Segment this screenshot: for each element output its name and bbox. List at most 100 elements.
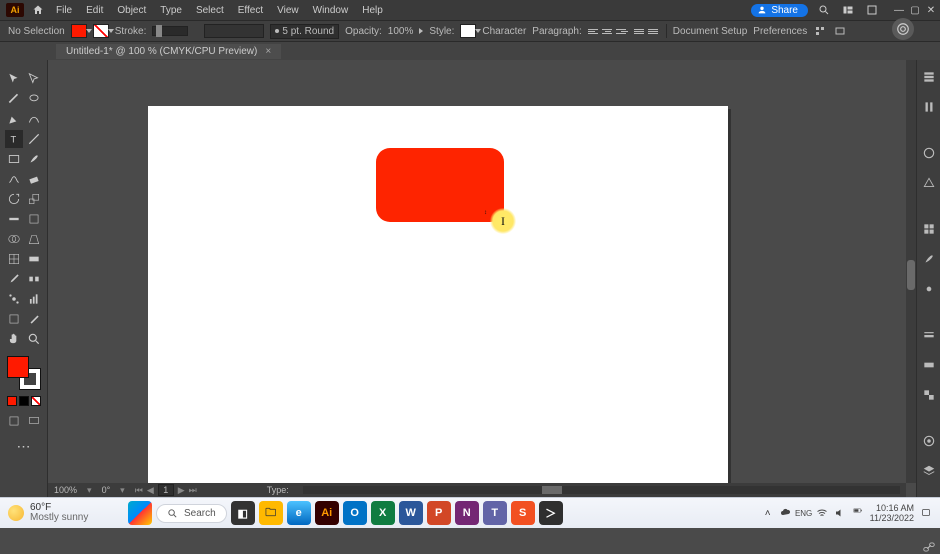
minimize-button[interactable]: — xyxy=(894,5,904,15)
notifications-icon[interactable] xyxy=(920,507,932,519)
fill-color-icon[interactable] xyxy=(7,356,29,378)
slice-tool[interactable] xyxy=(25,310,43,328)
chevron-up-icon[interactable]: ˄ xyxy=(762,507,774,519)
scroll-thumb[interactable] xyxy=(907,260,915,290)
powerpoint-icon[interactable]: P xyxy=(427,501,451,525)
search-icon[interactable] xyxy=(816,2,832,18)
fill-swatch[interactable] xyxy=(71,24,87,38)
excel-icon[interactable]: X xyxy=(371,501,395,525)
selection-tool[interactable] xyxy=(5,70,23,88)
align-left-icon[interactable] xyxy=(588,25,600,37)
shape-builder-tool[interactable] xyxy=(5,230,23,248)
paragraph-link[interactable]: Paragraph: xyxy=(532,26,581,37)
taskbar-search[interactable]: Search xyxy=(156,504,227,523)
first-icon[interactable]: ⏮ xyxy=(135,485,143,496)
symbol-tool[interactable] xyxy=(5,290,23,308)
menu-effect[interactable]: Effect xyxy=(238,5,263,16)
artboard-tool[interactable] xyxy=(5,310,23,328)
brushes-icon[interactable] xyxy=(921,252,937,266)
volume-icon[interactable] xyxy=(834,507,846,519)
task-view-icon[interactable]: ◧ xyxy=(231,501,255,525)
scale-tool[interactable] xyxy=(25,190,43,208)
snip-icon[interactable]: S xyxy=(511,501,535,525)
curvature-tool[interactable] xyxy=(25,110,43,128)
chevron-icon[interactable] xyxy=(419,28,423,34)
explorer-icon[interactable]: 🗀 xyxy=(259,501,283,525)
shaper-tool[interactable] xyxy=(5,170,23,188)
direct-selection-tool[interactable] xyxy=(25,70,43,88)
transform-panel-icon[interactable] xyxy=(833,24,847,38)
perspective-tool[interactable] xyxy=(25,230,43,248)
swatches-icon[interactable] xyxy=(921,222,937,236)
wifi-icon[interactable] xyxy=(816,507,828,519)
menu-help[interactable]: Help xyxy=(362,5,383,16)
edge-icon[interactable]: e xyxy=(287,501,311,525)
color-guide-icon[interactable] xyxy=(921,176,937,190)
teams-icon[interactable]: T xyxy=(483,501,507,525)
workspace-icon[interactable] xyxy=(864,2,880,18)
screen-mode-icon[interactable] xyxy=(25,412,43,430)
rectangle-tool[interactable] xyxy=(5,150,23,168)
menu-type[interactable]: Type xyxy=(160,5,182,16)
scroll-thumb[interactable] xyxy=(542,486,562,494)
vertical-scrollbar[interactable] xyxy=(906,60,916,483)
stroke-weight[interactable] xyxy=(152,26,188,36)
taskbar-clock[interactable]: 10:16 AM 11/23/2022 xyxy=(870,503,914,523)
draw-mode-icon[interactable] xyxy=(5,412,23,430)
artboard-number-input[interactable] xyxy=(158,484,174,496)
width-tool[interactable] xyxy=(5,210,23,228)
transparency-icon[interactable] xyxy=(921,388,937,402)
home-icon[interactable] xyxy=(30,2,46,18)
next-icon[interactable]: ▶ xyxy=(178,485,185,496)
stroke-swatch[interactable] xyxy=(93,24,109,38)
blend-tool[interactable] xyxy=(25,270,43,288)
symbols-icon[interactable] xyxy=(921,282,937,296)
properties-panel-icon[interactable] xyxy=(921,70,937,84)
gradient-tool[interactable] xyxy=(25,250,43,268)
eyedropper-tool[interactable] xyxy=(5,270,23,288)
stroke-profile[interactable]: 5 pt. Round xyxy=(270,24,339,39)
start-button[interactable] xyxy=(128,501,152,525)
onenote-icon[interactable]: N xyxy=(455,501,479,525)
bullet-list-icon[interactable] xyxy=(634,25,646,37)
horizontal-scrollbar[interactable] xyxy=(303,486,900,494)
eraser-tool[interactable] xyxy=(25,170,43,188)
color-panel-icon[interactable] xyxy=(921,146,937,160)
share-button[interactable]: Share xyxy=(751,4,808,17)
line-tool[interactable] xyxy=(25,130,43,148)
menu-file[interactable]: File xyxy=(56,5,72,16)
style-swatch[interactable] xyxy=(460,24,476,38)
none-mode-icon[interactable] xyxy=(31,396,41,406)
align-center-icon[interactable] xyxy=(602,25,614,37)
hand-tool[interactable] xyxy=(5,330,23,348)
onedrive-icon[interactable] xyxy=(780,507,792,519)
pen-tool[interactable] xyxy=(5,110,23,128)
character-link[interactable]: Character xyxy=(482,26,526,37)
weather-widget[interactable]: 60°F Mostly sunny xyxy=(0,503,88,523)
arrange-icon[interactable] xyxy=(840,2,856,18)
outlook-icon[interactable]: O xyxy=(343,501,367,525)
links-icon[interactable] xyxy=(921,540,937,554)
maximize-button[interactable]: ▢ xyxy=(910,5,920,15)
gradient-panel-icon[interactable] xyxy=(921,358,937,372)
document-tab[interactable]: Untitled-1* @ 100 % (CMYK/CPU Preview) × xyxy=(56,44,281,59)
magic-wand-tool[interactable] xyxy=(5,90,23,108)
brush-definition[interactable] xyxy=(204,24,264,38)
align-panel-icon[interactable] xyxy=(813,24,827,38)
last-icon[interactable]: ⏭ xyxy=(189,485,197,496)
word-icon[interactable]: W xyxy=(399,501,423,525)
type-tool[interactable]: T xyxy=(5,130,23,148)
layers-icon[interactable] xyxy=(921,464,937,478)
appearance-icon[interactable] xyxy=(921,434,937,448)
gradient-mode-icon[interactable] xyxy=(19,396,29,406)
menu-object[interactable]: Object xyxy=(117,5,146,16)
creative-cloud-icon[interactable] xyxy=(892,18,914,40)
menu-edit[interactable]: Edit xyxy=(86,5,103,16)
menu-window[interactable]: Window xyxy=(313,5,349,16)
number-list-icon[interactable] xyxy=(648,25,660,37)
artboard[interactable]: ↕ I xyxy=(148,106,728,486)
language-icon[interactable]: ENG xyxy=(798,507,810,519)
rotate-tool[interactable] xyxy=(5,190,23,208)
libraries-icon[interactable] xyxy=(921,100,937,114)
illustrator-taskbar-icon[interactable]: Ai xyxy=(315,501,339,525)
